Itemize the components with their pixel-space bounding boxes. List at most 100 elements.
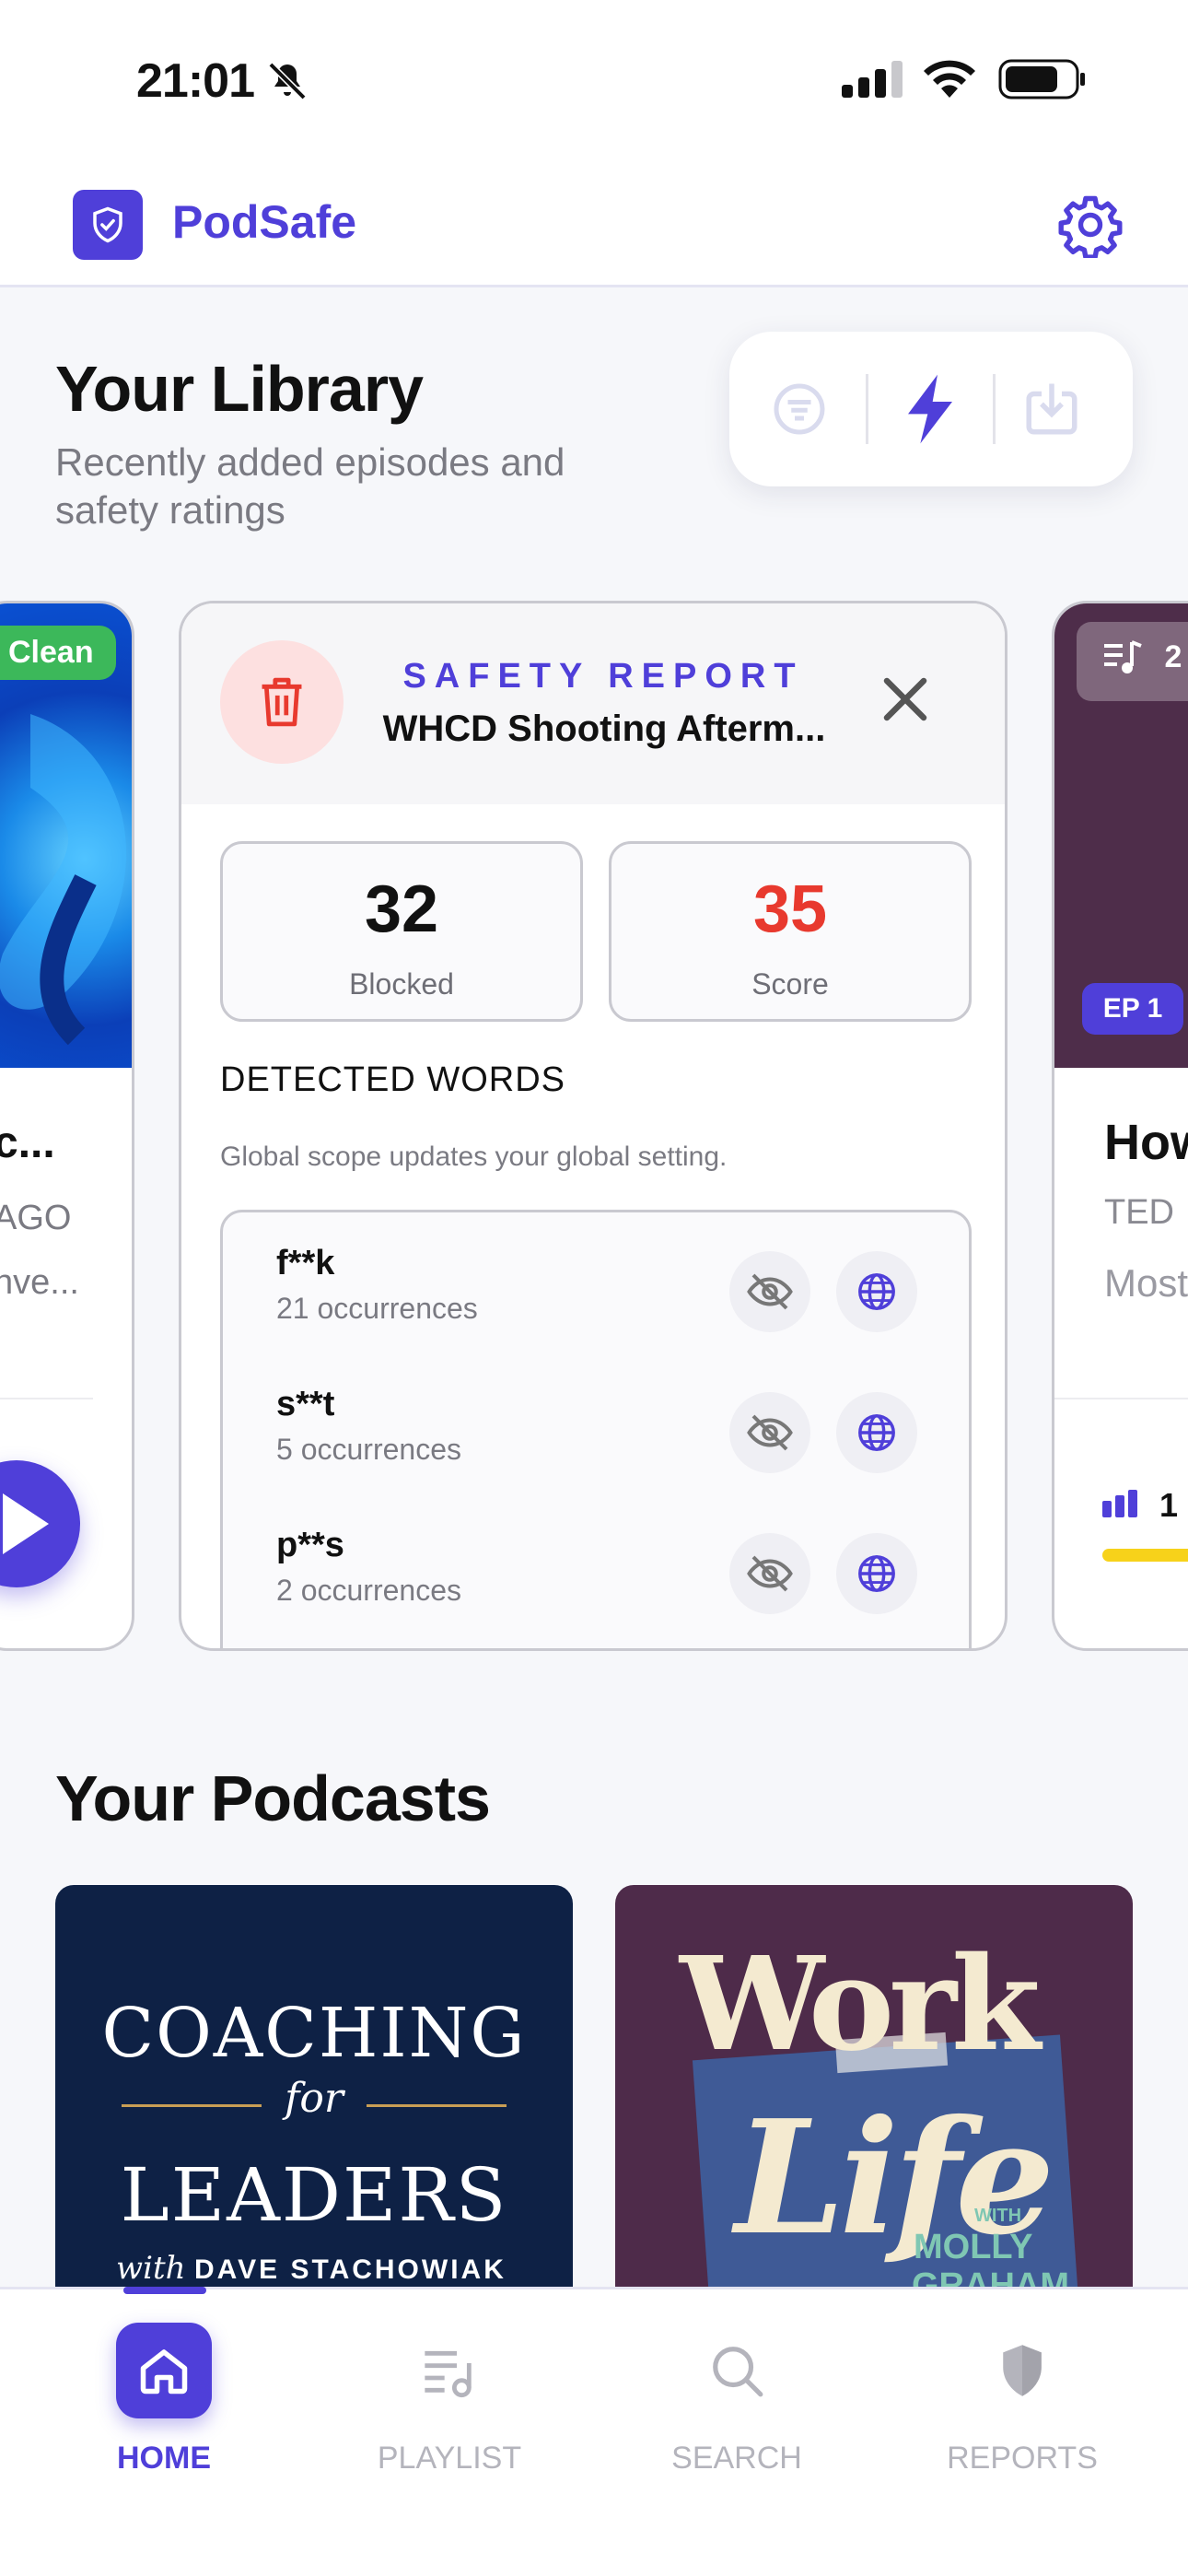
cover-text: COACHING <box>101 1994 527 2073</box>
playlist-badge: 2 <box>1077 622 1188 701</box>
library-subtitle: Recently added episodes and safety ratin… <box>55 440 565 532</box>
list-item: p**s 2 occurrences <box>223 1494 969 1623</box>
podcasts-title: Your Podcasts <box>55 1762 491 1834</box>
hide-word-button[interactable] <box>729 1251 810 1332</box>
cover-text: for <box>285 2075 344 2122</box>
report-header: SAFETY REPORT WHCD Shooting Afterm... <box>181 603 1005 804</box>
home-icon <box>116 2323 212 2418</box>
stat-value: 1 <box>1159 1486 1179 1524</box>
divider <box>866 374 868 444</box>
blocked-value: 32 <box>364 872 439 946</box>
cover-text: DAVE STACHOWIAK <box>194 2254 507 2285</box>
active-tab-indicator <box>123 2287 206 2294</box>
delete-button[interactable] <box>220 640 344 764</box>
cover-text: with <box>116 2250 186 2287</box>
cover-text: WITH <box>974 2206 1022 2226</box>
tab-label: HOME <box>117 2441 211 2476</box>
score-stat: 35 Score <box>609 841 972 1022</box>
tab-label: PLAYLIST <box>377 2441 522 2476</box>
playlist-icon <box>402 2323 497 2418</box>
list-item: f**k 21 occurrences <box>223 1212 969 1341</box>
episode-description: Most <box>1104 1261 1188 1305</box>
download-icon <box>1026 383 1077 435</box>
play-button[interactable] <box>0 1460 80 1587</box>
eye-slash-icon <box>747 1414 793 1451</box>
global-scope-button[interactable] <box>836 1251 917 1332</box>
globe-icon <box>858 1273 895 1310</box>
tab-playlist[interactable]: PLAYLIST <box>339 2323 560 2476</box>
eye-slash-icon <box>747 1555 793 1592</box>
word-name: s**t <box>276 1385 335 1423</box>
score-label: Score <box>751 967 829 1001</box>
word-name: p**s <box>276 1526 344 1564</box>
cover-text: LEADERS <box>120 2152 508 2238</box>
word-count: 5 occurrences <box>276 1433 461 1466</box>
status-time: 21:01 <box>136 54 255 108</box>
word-count: 21 occurrences <box>276 1292 478 1325</box>
playlist-count: 2 <box>1164 638 1182 674</box>
wifi-icon <box>924 60 975 98</box>
episode-title: How <box>1104 1115 1188 1170</box>
globe-icon <box>858 1555 895 1592</box>
globe-icon <box>858 1414 895 1451</box>
stats-bars-icon <box>1102 1490 1137 1517</box>
tab-label: REPORTS <box>947 2441 1098 2476</box>
divider <box>1054 1398 1188 1399</box>
battery-icon <box>998 59 1085 100</box>
filter-icon <box>774 383 825 435</box>
quick-scan-button[interactable] <box>888 367 973 451</box>
gear-icon[interactable] <box>1057 192 1124 258</box>
progress-bar <box>1102 1549 1188 1562</box>
bell-muted-icon <box>268 62 307 100</box>
episode-number-badge: EP 1 <box>1082 983 1183 1035</box>
tab-reports[interactable]: REPORTS <box>912 2323 1133 2476</box>
podsafe-logo-icon <box>73 190 143 260</box>
global-scope-button[interactable] <box>836 1533 917 1614</box>
download-button[interactable] <box>1009 367 1094 451</box>
lightning-icon <box>908 374 952 444</box>
close-icon[interactable] <box>878 672 933 727</box>
library-title: Your Library <box>55 353 424 425</box>
episode-title: WHCD Shooting Afterm... <box>382 708 826 749</box>
hide-word-button[interactable] <box>729 1533 810 1614</box>
app-name: PodSafe <box>172 196 357 248</box>
shield-icon <box>974 2323 1070 2418</box>
tab-label: SEARCH <box>671 2441 802 2476</box>
episode-card-next[interactable]: 2 EP 1 How TED Most 1 <box>1052 601 1188 1651</box>
divider <box>0 1398 93 1399</box>
episode-meta: AGO <box>0 1199 72 1237</box>
cellular-signal-icon <box>842 61 903 98</box>
filter-button[interactable] <box>757 367 842 451</box>
cover-text: MOLLY <box>914 2228 1033 2266</box>
eye-slash-icon <box>747 1273 793 1310</box>
word-name: f**k <box>276 1244 335 1282</box>
status-bar: 21:01 <box>0 0 1188 166</box>
tab-home[interactable]: HOME <box>53 2323 274 2476</box>
episode-card-previous[interactable]: Clean c... AGO nve... <box>0 601 134 1651</box>
word-count: 2 occurrences <box>276 1574 461 1607</box>
detected-words-title: DETECTED WORDS <box>220 1060 565 1099</box>
detected-words-note: Global scope updates your global setting… <box>220 1142 728 1172</box>
search-icon <box>689 2323 785 2418</box>
cover-host: with DAVE STACHOWIAK <box>116 2250 507 2287</box>
tab-search[interactable]: SEARCH <box>626 2323 847 2476</box>
blocked-label: Blocked <box>349 967 454 1001</box>
app-header: PodSafe <box>0 166 1188 287</box>
bottom-tab-bar: HOME PLAYLIST SEARCH REPORTS <box>0 2287 1188 2576</box>
safety-report-label: SAFETY REPORT <box>402 657 804 696</box>
playlist-icon <box>1104 640 1142 673</box>
hide-word-button[interactable] <box>729 1392 810 1473</box>
episode-title: c... <box>0 1118 55 1167</box>
detected-words-list: f**k 21 occurrences s**t 5 occurrences p… <box>220 1210 972 1648</box>
blocked-stat: 32 Blocked <box>220 841 583 1022</box>
library-action-bar <box>729 332 1133 486</box>
play-icon <box>3 1493 49 1554</box>
safety-report-card: SAFETY REPORT WHCD Shooting Afterm... 32… <box>179 601 1007 1651</box>
episode-description: nve... <box>0 1263 79 1302</box>
divider <box>993 374 996 444</box>
clean-badge: Clean <box>0 626 116 680</box>
divider <box>367 2104 507 2107</box>
list-item: s**t 5 occurrences <box>223 1353 969 1482</box>
global-scope-button[interactable] <box>836 1392 917 1473</box>
episode-meta: TED <box>1104 1193 1174 1232</box>
